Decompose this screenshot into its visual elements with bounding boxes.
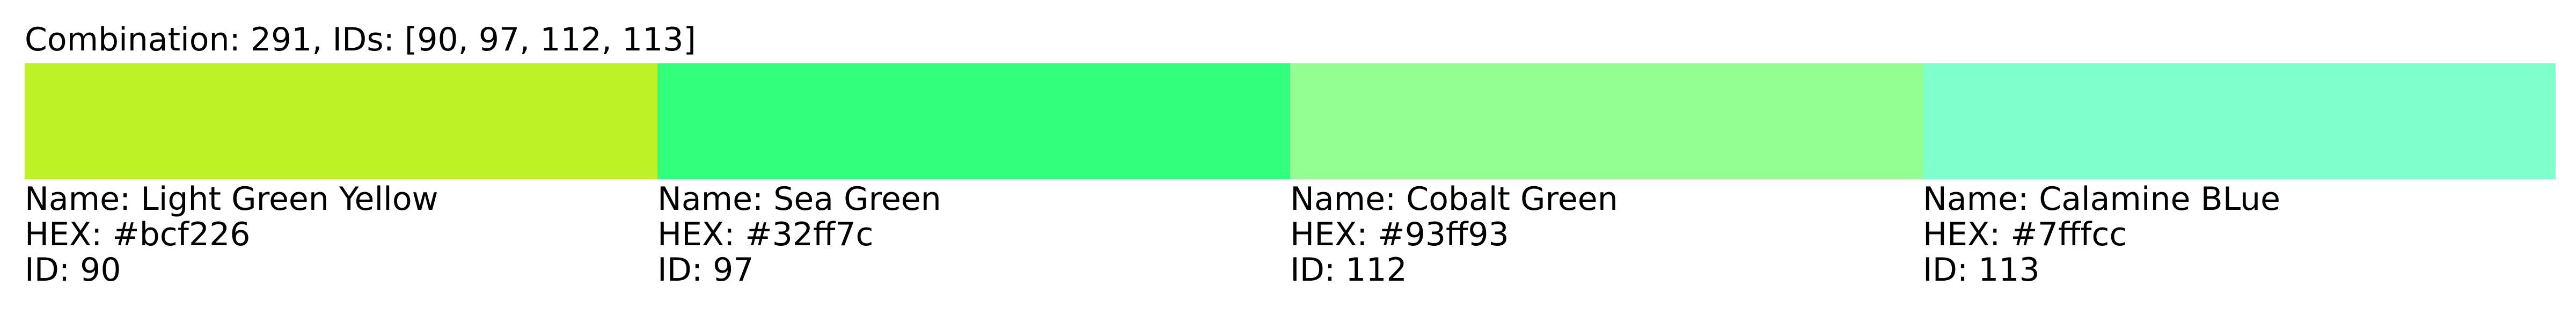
swatch-label-cobalt-green: Name: Cobalt Green HEX: #93ff93 ID: 112 xyxy=(1290,181,1923,288)
color-swatch-calamine-blue xyxy=(1923,63,2556,179)
swatch-row xyxy=(25,63,2556,179)
swatch-labels: Name: Light Green Yellow HEX: #bcf226 ID… xyxy=(25,181,2556,288)
swatch-id: ID: 90 xyxy=(25,251,121,289)
swatch-name: Name: Sea Green xyxy=(657,180,941,218)
color-swatch-light-green-yellow xyxy=(25,63,657,179)
swatch-id: ID: 113 xyxy=(1923,251,2040,289)
color-swatch-sea-green xyxy=(657,63,1290,179)
swatch-name: Name: Cobalt Green xyxy=(1290,180,1618,218)
swatch-label-sea-green: Name: Sea Green HEX: #32ff7c ID: 97 xyxy=(657,181,1290,288)
swatch-hex: HEX: #93ff93 xyxy=(1290,216,1509,253)
swatch-id: ID: 112 xyxy=(1290,251,1407,289)
swatch-label-calamine-blue: Name: Calamine BLue HEX: #7fffcc ID: 113 xyxy=(1923,181,2556,288)
color-swatch-cobalt-green xyxy=(1290,63,1923,179)
swatch-name: Name: Light Green Yellow xyxy=(25,180,438,218)
swatch-hex: HEX: #bcf226 xyxy=(25,216,251,253)
swatch-label-light-green-yellow: Name: Light Green Yellow HEX: #bcf226 ID… xyxy=(25,181,657,288)
combination-title: Combination: 291, IDs: [90, 97, 112, 113… xyxy=(25,21,696,58)
swatch-hex: HEX: #7fffcc xyxy=(1923,216,2127,253)
swatch-name: Name: Calamine BLue xyxy=(1923,180,2281,218)
swatch-hex: HEX: #32ff7c xyxy=(657,216,874,253)
swatch-id: ID: 97 xyxy=(657,251,754,289)
